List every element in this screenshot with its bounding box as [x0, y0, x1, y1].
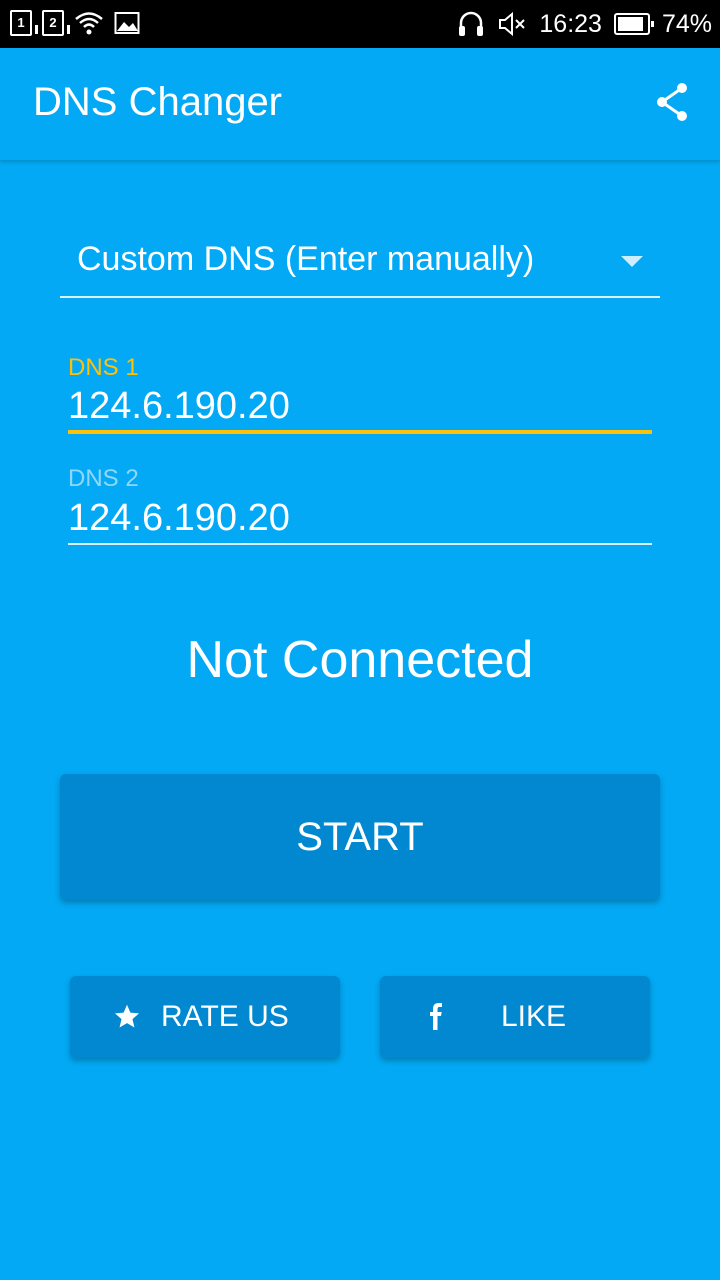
facebook-icon [430, 1003, 442, 1030]
wifi-icon [75, 12, 103, 35]
connection-status: Not Connected [186, 631, 534, 689]
dns2-input[interactable] [68, 493, 652, 545]
clock: 16:23 [539, 10, 602, 38]
app-title: DNS Changer [33, 80, 283, 124]
dns1-field: DNS 1 [68, 354, 652, 434]
dns-provider-value: Custom DNS (Enter manually) [77, 240, 535, 278]
dns1-label: DNS 1 [68, 354, 139, 381]
status-bar-right: 16:23 74% [457, 8, 712, 40]
dns2-label: DNS 2 [68, 465, 139, 492]
dns-provider-select[interactable]: Custom DNS (Enter manually) [60, 232, 660, 298]
start-button[interactable]: START [60, 774, 660, 900]
screen: 1 2 16:23 74% DNS Changer Custom DNS (En… [0, 0, 720, 1280]
dns2-field: DNS 2 [68, 465, 652, 545]
dropdown-arrow-icon [621, 256, 643, 267]
status-bar-left: 1 2 [10, 10, 140, 36]
star-icon [114, 1004, 140, 1028]
battery-icon [613, 13, 654, 35]
battery-percent: 74% [661, 10, 712, 38]
like-button[interactable]: LIKE [380, 976, 650, 1058]
dns1-input[interactable] [68, 382, 652, 434]
rate-us-label: RATE US [161, 1000, 289, 1033]
rate-us-button[interactable]: RATE US [70, 976, 340, 1058]
share-icon[interactable] [648, 78, 696, 126]
image-icon [114, 12, 140, 34]
sim2-icon: 2 [42, 10, 70, 36]
sim1-icon: 1 [10, 10, 38, 36]
like-label: LIKE [501, 1000, 567, 1033]
status-bar: 1 2 16:23 74% [0, 0, 720, 48]
mute-icon [499, 11, 526, 37]
app-bar: DNS Changer [0, 48, 720, 160]
headset-icon [459, 11, 484, 36]
